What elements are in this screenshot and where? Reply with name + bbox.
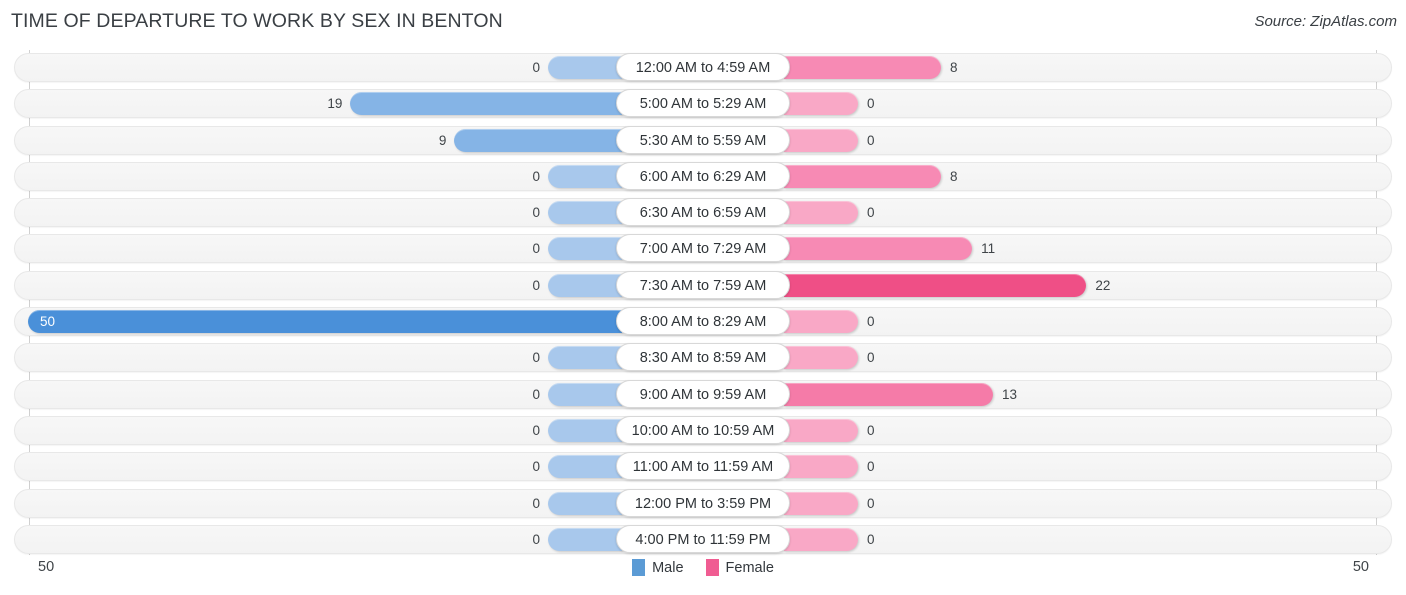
bar-value-male: 0: [532, 459, 540, 475]
table-row: 50 0 8:00 AM to 8:29 AM: [0, 304, 1406, 340]
bar-value-female: 8: [950, 60, 958, 75]
chart-footer: 50 50 Male Female: [0, 556, 1406, 595]
bar-male: [548, 164, 622, 188]
category-label: 10:00 AM to 10:59 AM: [616, 415, 790, 444]
bar-male: [548, 527, 622, 551]
bar-value-male: 0: [532, 350, 540, 366]
category-label: 4:00 PM to 11:59 PM: [616, 524, 790, 553]
category-label: 6:00 AM to 6:29 AM: [616, 161, 790, 190]
legend-swatch-icon: [705, 559, 719, 576]
category-label: 6:30 AM to 6:59 AM: [616, 198, 790, 227]
table-row: 19 0 5:00 AM to 5:29 AM: [0, 86, 1406, 122]
page-title: TIME OF DEPARTURE TO WORK BY SEX IN BENT…: [11, 10, 503, 32]
bar-value-female: 0: [867, 132, 875, 148]
table-row: 0 8 6:00 AM to 6:29 AM: [0, 159, 1406, 195]
bar-male: [548, 491, 622, 515]
bar-male: [548, 346, 622, 370]
legend-label: Male: [652, 559, 684, 576]
bar-value-male: 0: [532, 168, 540, 184]
bar-male: [28, 310, 622, 334]
category-label: 12:00 AM to 4:59 AM: [616, 53, 790, 81]
category-label: 12:00 PM to 3:59 PM: [616, 488, 790, 517]
table-row: 0 0 11:00 AM to 11:59 AM: [0, 449, 1406, 485]
bar-value-male: 0: [532, 531, 540, 547]
table-row: 0 0 10:00 AM to 10:59 AM: [0, 413, 1406, 449]
bar-value-female: 0: [867, 422, 875, 438]
bar-female: [784, 310, 858, 334]
bar-female: [784, 382, 993, 406]
category-label: 7:30 AM to 7:59 AM: [616, 270, 790, 299]
bar-value-male: 19: [327, 96, 343, 112]
bar-male: [548, 56, 622, 79]
bar-value-male: 0: [532, 386, 540, 402]
bar-male: [548, 418, 622, 442]
bar-female: [784, 237, 973, 261]
bar-female: [784, 92, 858, 116]
bar-male: [548, 201, 622, 225]
bar-female: [784, 273, 1087, 297]
bar-female: [784, 164, 942, 188]
bar-value-female: 0: [867, 96, 875, 112]
bar-male: [548, 382, 622, 406]
source-attribution: Source: ZipAtlas.com: [1254, 13, 1397, 30]
table-row: 0 0 12:00 PM to 3:59 PM: [0, 486, 1406, 522]
chart-header: TIME OF DEPARTURE TO WORK BY SEX IN BENT…: [0, 0, 1406, 45]
legend-label: Female: [725, 559, 774, 576]
category-label: 7:00 AM to 7:29 AM: [616, 234, 790, 263]
bar-female: [784, 56, 942, 79]
bar-value-female: 13: [1001, 386, 1017, 402]
chart-plot-area: 0 8 12:00 AM to 4:59 AM 19 0 5:00 AM to 5:29 …: [0, 50, 1406, 555]
bar-male: [548, 273, 622, 297]
bar-male: [350, 92, 622, 116]
bar-value-male: 0: [532, 422, 540, 438]
bar-female: [784, 491, 858, 515]
bar-value-female: 0: [867, 205, 875, 221]
table-row: 0 0 4:00 PM to 11:59 PM: [0, 522, 1406, 558]
bar-value-male: 0: [532, 277, 540, 293]
bar-female: [784, 455, 858, 479]
table-row: 0 0 6:30 AM to 6:59 AM: [0, 195, 1406, 231]
bar-value-male: 0: [532, 205, 540, 221]
legend-item[interactable]: Female: [705, 559, 774, 576]
bar-value-female: 22: [1095, 277, 1111, 293]
bar-male: [548, 237, 622, 261]
bar-value-female: 11: [981, 241, 996, 257]
category-label: 8:00 AM to 8:29 AM: [616, 307, 790, 336]
table-row: 0 8 12:00 AM to 4:59 AM: [0, 50, 1406, 86]
bar-female: [784, 418, 858, 442]
bar-value-female: 0: [867, 350, 875, 366]
table-row: 0 0 8:30 AM to 8:59 AM: [0, 340, 1406, 376]
bar-value-female: 0: [867, 495, 875, 511]
bar-value-female: 8: [950, 168, 958, 184]
bar-female: [784, 527, 858, 551]
category-label: 11:00 AM to 11:59 AM: [616, 452, 790, 481]
chart-rows: 0 8 12:00 AM to 4:59 AM 19 0 5:00 AM to 5:29 …: [0, 50, 1406, 558]
bar-value-male: 9: [438, 132, 447, 148]
bar-value-male: 0: [532, 241, 540, 257]
bar-female: [784, 128, 858, 152]
chart-legend: Male Female: [0, 559, 1406, 576]
bar-value-female: 0: [867, 531, 875, 547]
table-row: 0 11 7:00 AM to 7:29 AM: [0, 231, 1406, 267]
legend-swatch-icon: [632, 559, 646, 576]
bar-value-male: 50: [40, 314, 56, 330]
category-label: 5:30 AM to 5:59 AM: [616, 125, 790, 154]
table-row: 0 22 7:30 AM to 7:59 AM: [0, 268, 1406, 304]
bar-female: [784, 346, 858, 370]
bar-female: [784, 201, 858, 225]
category-label: 5:00 AM to 5:29 AM: [616, 89, 790, 118]
bar-value-female: 0: [867, 314, 875, 330]
category-label: 9:00 AM to 9:59 AM: [616, 379, 790, 408]
bar-value-male: 0: [532, 60, 540, 75]
table-row: 0 13 9:00 AM to 9:59 AM: [0, 377, 1406, 413]
bar-male: [548, 455, 622, 479]
bar-male: [454, 128, 622, 152]
table-row: 9 0 5:30 AM to 5:59 AM: [0, 123, 1406, 159]
category-label: 8:30 AM to 8:59 AM: [616, 343, 790, 372]
bar-value-female: 0: [867, 459, 875, 475]
bar-value-male: 0: [532, 495, 540, 511]
legend-item[interactable]: Male: [632, 559, 684, 576]
